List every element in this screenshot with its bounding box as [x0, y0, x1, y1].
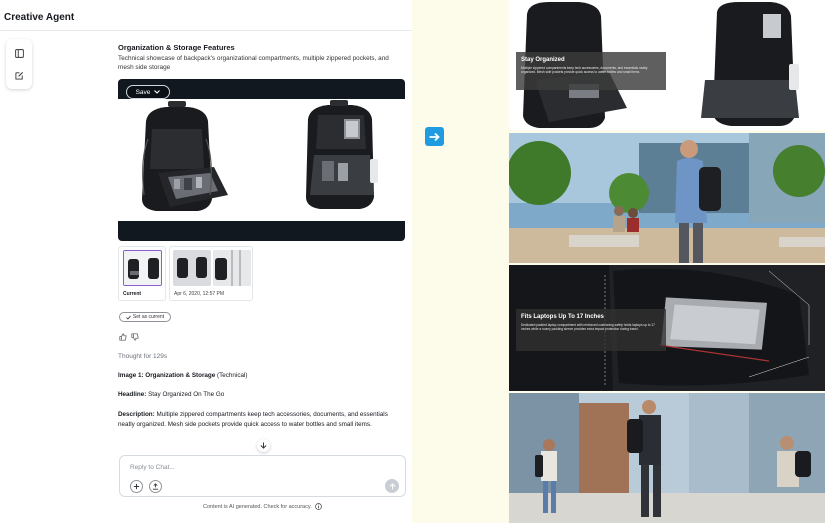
gallery-caption-title: Stay Organized: [521, 57, 565, 63]
check-icon: [126, 315, 131, 320]
headline-label: Headline:: [118, 391, 147, 398]
arrow-down-icon: [260, 442, 267, 449]
sidebar-icon: [14, 48, 24, 58]
app-title: Creative Agent: [4, 12, 75, 23]
image-heading-title: Image 1: Organization & Storage: [118, 372, 216, 379]
ai-disclaimer: Content is AI generated. Check for accur…: [203, 503, 322, 510]
save-label: Save: [135, 88, 151, 96]
gallery-caption-box: Fits Laptops Up To 17 Inches Dedicated p…: [516, 309, 666, 351]
generated-image-preview[interactable]: Save: [118, 79, 405, 241]
arrow-right-icon: [429, 132, 440, 141]
side-rail: [6, 39, 32, 89]
version-label: Apr 6, 2020, 12:57 PM: [174, 291, 225, 297]
gallery-image-campus-lifestyle[interactable]: [509, 133, 825, 263]
gallery-image-laptop-fit[interactable]: Fits Laptops Up To 17 Inches Dedicated p…: [509, 265, 825, 391]
upload-button[interactable]: [149, 480, 162, 493]
gallery-image-organization[interactable]: Stay Organized Multiple zippered compart…: [509, 0, 825, 130]
description-label: Description:: [118, 411, 155, 418]
version-card-previous[interactable]: Apr 6, 2020, 12:57 PM: [169, 246, 253, 301]
new-chat-button[interactable]: [11, 67, 27, 83]
disclaimer-text: Content is AI generated. Check for accur…: [203, 503, 312, 510]
chat-panel: Creative Agent Organization & Storage Fe…: [0, 0, 412, 523]
description-paragraph: Description: Multiple zippered compartme…: [118, 410, 388, 430]
save-dropdown-button[interactable]: Save: [126, 85, 170, 99]
version-card-current[interactable]: Current: [118, 246, 166, 301]
gallery-caption-box: Stay Organized Multiple zippered compart…: [516, 52, 666, 90]
set-as-current-button[interactable]: Set as current: [119, 312, 171, 322]
thumbs-up-icon: [119, 333, 127, 341]
app-header: Creative Agent: [0, 0, 412, 31]
chevron-down-icon: [154, 90, 161, 94]
version-thumbnail: [213, 250, 251, 286]
chat-composer: [119, 455, 406, 497]
send-button[interactable]: [385, 479, 399, 493]
scroll-to-bottom-button[interactable]: [257, 439, 270, 452]
edit-icon: [14, 71, 23, 80]
image-heading-type: (Technical): [215, 372, 248, 379]
backpack-right-illustration: [306, 100, 378, 209]
headline-value: Stay Organized On The Go: [146, 391, 225, 398]
add-attachment-button[interactable]: [130, 480, 143, 493]
version-history: Current Apr 6, 2020, 12:57 PM: [118, 246, 258, 302]
chat-input[interactable]: [130, 462, 390, 472]
set-as-current-label: Set as current: [132, 314, 165, 320]
backpack-left-illustration: [142, 101, 228, 211]
backpack-product-image: [118, 99, 405, 221]
arrow-up-icon: [389, 482, 395, 489]
thumbs-down-icon: [131, 333, 139, 341]
upload-icon: [152, 483, 159, 490]
apply-arrow-button[interactable]: [425, 127, 444, 146]
thumbs-down-button[interactable]: [131, 328, 140, 341]
description-value: Multiple zippered compartments keep tech…: [118, 411, 388, 428]
thumbs-up-button[interactable]: [119, 328, 128, 341]
gallery-caption-body: Dedicated padded laptop compartment with…: [521, 323, 655, 331]
gallery-caption-body: Multiple zippered compartments keep tech…: [521, 66, 648, 74]
version-thumbnail: [123, 250, 162, 286]
feature-description: Technical showcase of backpack's organiz…: [118, 55, 389, 71]
image-heading: Image 1: Organization & Storage (Technic…: [118, 371, 388, 381]
sidebar-toggle-button[interactable]: [11, 45, 27, 61]
gallery-caption-title: Fits Laptops Up To 17 Inches: [521, 314, 604, 320]
headline-line: Headline: Stay Organized On The Go: [118, 390, 388, 400]
info-icon[interactable]: [314, 503, 322, 510]
feature-title: Organization & Storage Features: [118, 43, 235, 52]
version-thumbnail: [173, 250, 211, 286]
plus-icon: [133, 483, 140, 490]
version-label: Current: [123, 291, 142, 297]
gallery-image-city-commute[interactable]: [509, 393, 825, 523]
thought-duration: Thought for 129s: [118, 353, 168, 360]
